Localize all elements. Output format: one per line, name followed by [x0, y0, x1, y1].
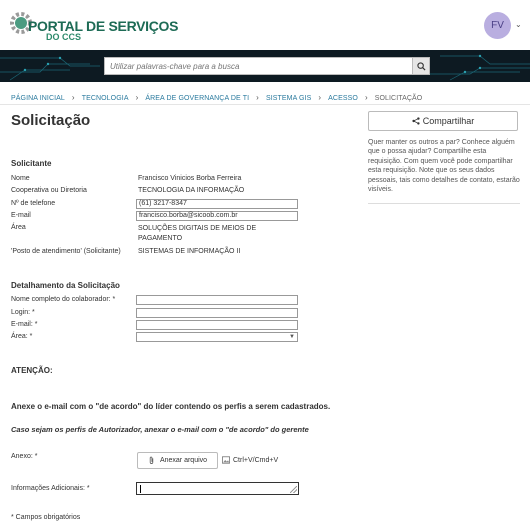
fullname-label: Nome completo do colaborador: *: [11, 296, 116, 303]
page-title: Solicitação: [11, 112, 91, 129]
post-label: 'Posto de atendimento' (Solicitante): [11, 248, 121, 255]
text-cursor: [140, 485, 141, 493]
name-value: Francisco Vinicios Borba Ferreira: [138, 175, 242, 182]
phone-label: Nº de telefone: [11, 200, 56, 207]
login-field[interactable]: [136, 308, 298, 318]
search-input[interactable]: [105, 58, 413, 74]
attach-file-label: Anexar arquivo: [159, 457, 208, 464]
additional-info-textarea[interactable]: [136, 482, 299, 495]
attention-heading: ATENÇÃO:: [11, 366, 53, 375]
chevron-down-icon: ▼: [289, 334, 295, 340]
share-button[interactable]: Compartilhar: [368, 111, 518, 131]
details-section-title: Detalhamento da Solicitação: [11, 281, 120, 290]
fullname-field[interactable]: [136, 295, 298, 305]
authorizer-instruction: Caso sejam os perfis de Autorizador, ane…: [11, 425, 309, 434]
breadcrumb-separator: ›: [318, 93, 322, 102]
breadcrumb-separator: ›: [256, 93, 259, 102]
login-label: Login: *: [11, 309, 35, 316]
attachment-label: Anexo: *: [11, 453, 38, 460]
email-field[interactable]: francisco.borba@sicoob.com.br: [136, 211, 298, 221]
logo-subtitle: DO CCS: [46, 32, 82, 42]
header-divider: [0, 104, 530, 105]
area-label: Área: [11, 224, 26, 231]
phone-field[interactable]: (61) 3217-8347: [136, 199, 298, 209]
top-header: PORTAL DE SERVIÇOS DO CCS FV ⌄: [0, 0, 530, 50]
name-label: Nome: [11, 175, 30, 182]
breadcrumb-acesso[interactable]: ACESSO: [328, 95, 358, 102]
coop-value: TECNOLOGIA DA INFORMAÇÃO: [138, 187, 245, 194]
collab-email-label: E-mail: *: [11, 321, 38, 328]
area-value-line2: PAGAMENTO: [138, 235, 183, 242]
breadcrumb-separator: ›: [364, 93, 368, 102]
additional-info-label: Informações Adicionais: *: [11, 485, 90, 492]
portal-logo[interactable]: PORTAL DE SERVIÇOS DO CCS: [6, 8, 178, 44]
breadcrumb-current: SOLICITAÇÃO: [374, 95, 423, 102]
requester-section-title: Solicitante: [11, 159, 52, 168]
area-value-line1: SOLUÇÕES DIGITAIS DE MEIOS DE: [138, 225, 257, 232]
required-fields-note: * Campos obrigatórios: [11, 514, 81, 521]
breadcrumb-home[interactable]: PÁGINA INICIAL: [11, 95, 65, 102]
email-label: E-mail: [11, 212, 31, 219]
attach-instruction: Anexe o e-mail com o "de acordo" do líde…: [11, 402, 331, 411]
search-bar: [104, 57, 430, 75]
area-select[interactable]: ▼: [136, 332, 298, 342]
breadcrumb-tecnologia[interactable]: TECNOLOGIA: [82, 95, 129, 102]
attach-file-button[interactable]: Anexar arquivo: [137, 452, 218, 469]
paste-hint: Ctrl+V/Cmd+V: [222, 456, 278, 464]
coop-label: Cooperativa ou Diretoria: [11, 187, 87, 194]
chevron-down-icon[interactable]: ⌄: [515, 20, 522, 29]
collab-email-field[interactable]: [136, 320, 298, 330]
share-description: Quer manter os outros a par? Conhece alg…: [368, 139, 520, 194]
side-divider: [368, 203, 520, 204]
area-select-label: Área: *: [11, 333, 33, 340]
share-icon: [412, 117, 420, 125]
share-button-label: Compartilhar: [422, 116, 475, 126]
post-value: SISTEMAS DE INFORMAÇÃO II: [138, 248, 241, 255]
breadcrumb-separator: ›: [71, 93, 75, 102]
search-icon: [416, 61, 426, 71]
breadcrumb-sistema-gis[interactable]: SISTEMA GIS: [266, 95, 311, 102]
image-icon: [222, 456, 230, 464]
paste-hint-text: Ctrl+V/Cmd+V: [233, 456, 279, 464]
breadcrumb-separator: ›: [135, 93, 139, 102]
breadcrumb: PÁGINA INICIAL › TECNOLOGIA › ÁREA DE GOVERN…: [11, 93, 422, 102]
paperclip-icon: [149, 456, 154, 464]
user-avatar[interactable]: FV: [484, 12, 511, 39]
resize-grip-icon[interactable]: [290, 486, 297, 493]
breadcrumb-governanca[interactable]: ÁREA DE GOVERNANÇA DE TI: [145, 95, 249, 102]
search-button[interactable]: [412, 58, 429, 74]
